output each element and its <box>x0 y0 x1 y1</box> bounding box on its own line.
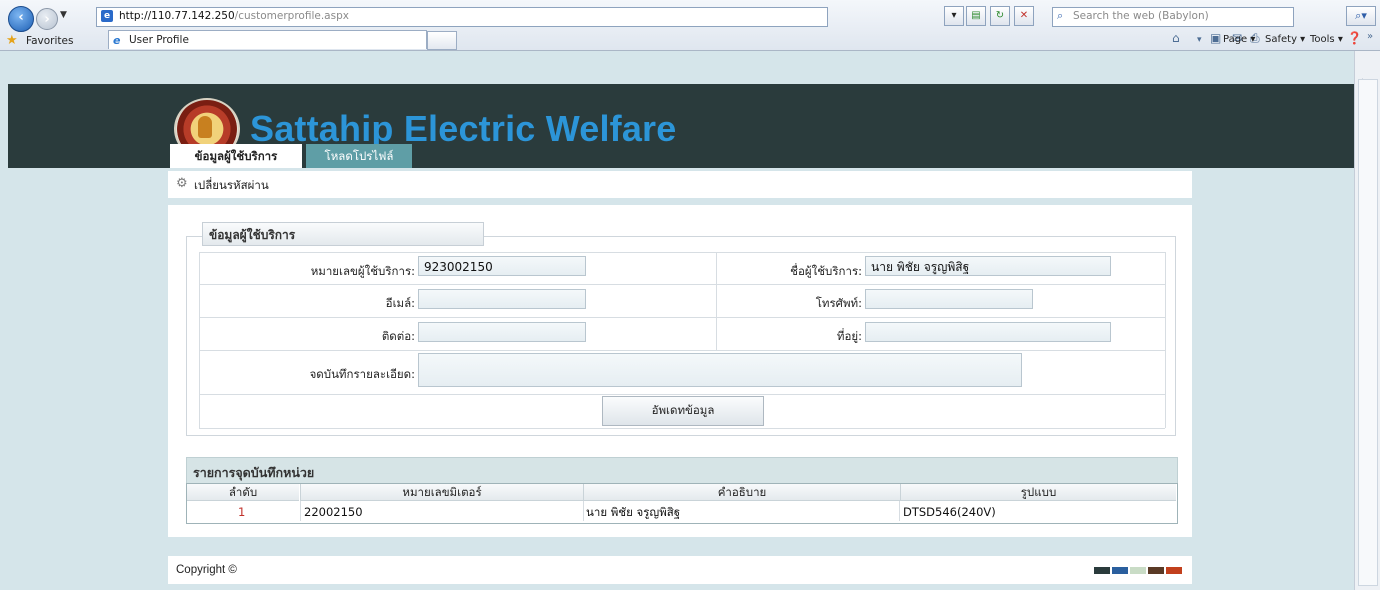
address-bar[interactable]: e http://110.77.142.250/customerprofile.… <box>96 7 828 27</box>
help-icon[interactable]: ❓ <box>1347 31 1362 45</box>
column-header-meter-no[interactable]: หมายเลขมิเตอร์ <box>300 484 583 501</box>
meter-list-title: รายการจุดบันทึกหน่วย <box>193 465 315 480</box>
theme-swatch[interactable] <box>1166 567 1182 574</box>
column-header-model[interactable]: รูปแบบ <box>900 484 1176 501</box>
customer-no-field[interactable]: 923002150 <box>418 256 586 276</box>
address-label: ที่อยู่: <box>836 329 862 343</box>
refresh-icon[interactable]: ↻ <box>990 6 1010 26</box>
search-placeholder: Search the web (Babylon) <box>1073 10 1209 22</box>
sub-toolbar: ⚙ เปลี่ยนรหัสผ่าน <box>168 171 1192 198</box>
table-grid-line <box>300 501 301 521</box>
scrollbar-thumb[interactable] <box>1358 79 1378 586</box>
email-label: อีเมล์: <box>385 296 415 310</box>
form-grid-line <box>199 284 1165 285</box>
feeds-icon[interactable]: ▣ <box>1210 31 1221 45</box>
contact-label: ติดต่อ: <box>381 329 415 343</box>
note-textarea[interactable] <box>418 353 1022 387</box>
ie-icon: e <box>113 34 121 47</box>
table-grid-line <box>583 501 584 521</box>
search-input[interactable]: ⌕ Search the web (Babylon) <box>1052 7 1294 27</box>
form-grid-line <box>199 317 1165 318</box>
form-grid-line <box>199 394 1165 395</box>
copyright-text: Copyright © <box>176 564 237 576</box>
home-dropdown-icon[interactable]: ▾ <box>1197 35 1202 45</box>
new-tab-button[interactable] <box>427 31 457 50</box>
back-arrow-icon: ‹ <box>18 10 24 25</box>
tab-customer-info[interactable]: ข้อมูลผู้ใช้บริการ <box>170 144 302 168</box>
form-grid-line <box>199 350 1165 351</box>
favorites-star-icon[interactable]: ★ <box>6 33 18 48</box>
change-password-link[interactable]: เปลี่ยนรหัสผ่าน <box>194 177 269 195</box>
address-field[interactable] <box>865 322 1111 342</box>
address-dropdown-icon[interactable]: ▾ <box>944 6 964 26</box>
email-field[interactable] <box>418 289 586 309</box>
meter-list-header: รายการจุดบันทึกหน่วย <box>186 457 1178 485</box>
column-header-index[interactable]: ลำดับ <box>187 484 299 501</box>
home-icon[interactable]: ⌂ <box>1172 31 1180 45</box>
theme-swatch[interactable] <box>1094 567 1110 574</box>
compat-view-icon[interactable]: ▤ <box>966 6 986 26</box>
row-description: นาย พิชัย จรูญพิสิฐ <box>586 505 681 519</box>
row-index-link[interactable]: 1 <box>238 504 245 521</box>
form-grid-line <box>1165 252 1166 428</box>
tab-load-profile[interactable]: โหลดโปรไฟล์ <box>306 144 412 168</box>
column-header-description[interactable]: คำอธิบาย <box>583 484 900 501</box>
tools-menu[interactable]: Tools ▾ <box>1310 34 1343 45</box>
contact-field[interactable] <box>418 322 586 342</box>
phone-field[interactable] <box>865 289 1033 309</box>
address-host: http://110.77.142.250 <box>119 10 235 22</box>
address-path: /customerprofile.aspx <box>234 10 349 22</box>
customer-name-field[interactable]: นาย พิชัย จรูญพิสิฐ <box>865 256 1111 276</box>
page-menu[interactable]: Page ▾ <box>1223 34 1255 45</box>
gear-icon: ⚙ <box>176 176 188 191</box>
browser-tab[interactable]: e User Profile <box>108 30 427 49</box>
customer-no-label: หมายเลขผู้ใช้บริการ: <box>310 264 415 278</box>
vertical-scrollbar[interactable]: ▲ <box>1354 51 1380 590</box>
search-icon: ⌕ <box>1057 9 1064 22</box>
history-dropdown-icon[interactable]: ▼ <box>60 10 67 20</box>
chevron-right-icon[interactable]: » <box>1367 31 1373 42</box>
stop-icon[interactable]: ✕ <box>1014 6 1034 26</box>
theme-swatch[interactable] <box>1112 567 1128 574</box>
form-grid-line <box>199 252 200 428</box>
phone-label: โทรศัพท์: <box>815 296 862 310</box>
form-grid-line <box>199 428 1165 429</box>
row-meter-no: 22002150 <box>304 505 363 519</box>
forward-arrow-icon: › <box>44 12 50 27</box>
address-url: http://110.77.142.250/customerprofile.as… <box>119 10 349 22</box>
page-footer: Copyright © <box>168 556 1192 584</box>
favorites-label[interactable]: Favorites <box>26 35 73 47</box>
form-grid-line <box>199 252 1165 253</box>
theme-swatch[interactable] <box>1130 567 1146 574</box>
theme-swatch[interactable] <box>1148 567 1164 574</box>
back-button[interactable]: ‹ <box>8 6 34 32</box>
update-button[interactable]: อัพเดทข้อมูล <box>602 396 764 426</box>
form-grid-line <box>716 252 717 350</box>
forward-button[interactable]: › <box>36 8 58 30</box>
tab-title: User Profile <box>129 34 189 46</box>
search-button[interactable]: ⌕▾ <box>1346 6 1376 26</box>
safety-menu[interactable]: Safety ▾ <box>1265 34 1305 45</box>
note-label: จดบันทึกรายละเอียด: <box>309 367 415 381</box>
table-grid-line <box>899 501 900 521</box>
page-icon: e <box>101 10 113 22</box>
fieldset-legend: ข้อมูลผู้ใช้บริการ <box>202 222 484 246</box>
customer-name-label: ชื่อผู้ใช้บริการ: <box>790 264 862 278</box>
row-model: DTSD546(240V) <box>903 505 996 519</box>
